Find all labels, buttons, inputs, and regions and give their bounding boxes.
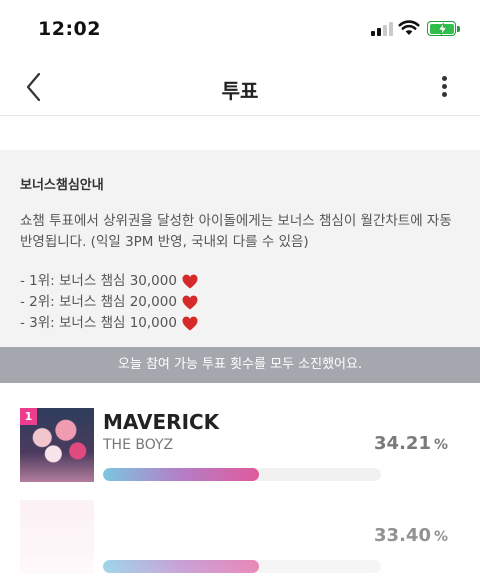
- heart-icon: [182, 316, 198, 331]
- artist-name: THE BOYZ: [103, 437, 174, 453]
- status-time: 12:02: [38, 18, 101, 40]
- heart-icon: [182, 295, 198, 310]
- vote-percent: 34.21%: [374, 433, 448, 454]
- cellular-signal-icon: [371, 20, 393, 36]
- charging-bolt-icon: [437, 22, 447, 35]
- battery-charging-icon: [427, 21, 460, 36]
- vote-progress-track: [103, 560, 381, 573]
- heart-icon: [182, 274, 198, 289]
- bonus-info-description: 쇼챔 투표에서 상위권을 달성한 아이돌에게는 보너스 챔심이 월간차트에 자동…: [20, 213, 452, 250]
- vote-percent-unit: %: [433, 529, 448, 545]
- song-title: MAVERICK: [103, 410, 220, 434]
- vote-percent-value: 34.21: [374, 433, 431, 454]
- vote-progress-fill: [103, 560, 259, 573]
- nav-bar: 투표: [0, 60, 480, 116]
- status-bar: 12:02: [0, 0, 480, 60]
- bonus-item-label: - 2위: 보너스 챔심 20,000: [20, 294, 177, 310]
- vote-percent-value: 33.40: [374, 525, 431, 546]
- bonus-item-label: - 1위: 보너스 챔심 30,000: [20, 273, 177, 289]
- bonus-info-card: 보너스챔심안내 쇼챔 투표에서 상위권을 달성한 아이돌에게는 보너스 챔심이 …: [0, 150, 480, 347]
- rank-badge: 1: [20, 408, 37, 425]
- more-options-icon[interactable]: [436, 72, 454, 102]
- vote-progress-fill: [103, 468, 259, 481]
- bonus-info-title: 보너스챔심안내: [20, 178, 104, 193]
- bonus-item-1: - 1위: 보너스 챔심 30,000: [20, 271, 460, 292]
- vote-progress-track: [103, 468, 381, 481]
- votes-exhausted-banner: 오늘 참여 가능 투표 횟수를 모두 소진했어요.: [0, 347, 480, 383]
- vote-row-1[interactable]: 1 MAVERICK THE BOYZ 34.21%: [0, 404, 480, 494]
- bonus-item-3: - 3위: 보너스 챔심 10,000: [20, 313, 460, 334]
- vote-percent: 33.40%: [374, 525, 448, 546]
- wifi-icon: [398, 20, 420, 35]
- vote-percent-unit: %: [433, 437, 448, 453]
- bonus-item-2: - 2위: 보너스 챔심 20,000: [20, 292, 460, 313]
- bonus-item-label: - 3위: 보너스 챔심 10,000: [20, 315, 177, 331]
- vote-row-2[interactable]: 33.40%: [0, 496, 480, 586]
- album-cover: [20, 500, 94, 574]
- page-title: 투표: [221, 79, 259, 103]
- album-cover: 1: [20, 408, 94, 482]
